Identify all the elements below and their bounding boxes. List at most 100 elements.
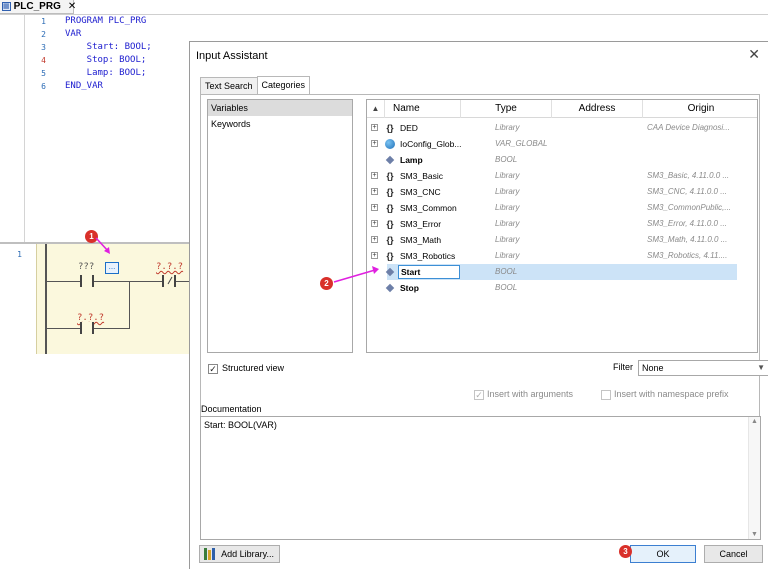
row-origin: SM3_Error, 4.11.0.0 ... [647,219,727,228]
insert-arguments-checkbox[interactable]: ✓ [474,390,484,400]
tree-header: ▲ Name Type Address Origin [367,100,757,118]
code-line[interactable]: END_VAR [65,81,103,91]
braces-icon: {} [386,219,394,229]
categories-panel: Variables Keywords ▲ Name Type Address O… [200,94,768,439]
tab-text-search[interactable]: Text Search [200,77,258,94]
column-name[interactable]: Name [385,100,461,118]
column-address[interactable]: Address [552,100,643,118]
row-name: SM3_Common [400,203,457,213]
row-type: BOOL [495,283,518,292]
row-origin: SM3_CNC, 4.11.0.0 ... [647,187,727,196]
filter-label: Filter [613,362,633,372]
row-name: IoConfig_Glob... [400,139,462,149]
contact-label[interactable]: ??? [78,262,94,272]
braces-icon: {} [386,171,394,181]
ok-button[interactable]: OK [630,545,696,563]
braces-icon: {} [386,203,394,213]
structured-view-checkbox[interactable]: ✓ [208,364,218,374]
line-number: 5 [41,69,46,78]
expand-icon[interactable]: + [371,124,378,131]
add-library-button[interactable]: Add Library... [199,545,280,563]
tree-row[interactable]: + {} SM3_Math Library SM3_Math, 4.11.0.0… [367,232,757,248]
scroll-up-icon[interactable]: ▲ [749,418,760,425]
tree-row[interactable]: + {} SM3_Robotics Library SM3_Robotics, … [367,248,757,264]
code-line[interactable]: Stop: BOOL; [65,55,147,65]
cancel-button[interactable]: Cancel [704,545,763,563]
row-type: Library [495,203,520,212]
row-name: SM3_Error [400,219,442,229]
tree-row[interactable]: + {} DED Library CAA Device Diagnosi... [367,120,757,136]
ladder-network[interactable]: ??? ... ?.?.? ?.?.? [36,244,191,354]
close-icon[interactable]: ✕ [748,46,760,63]
line-number: 1 [41,17,46,26]
variable-tree[interactable]: ▲ Name Type Address Origin + {} DED Libr… [366,99,758,353]
contact-nc[interactable] [162,275,176,287]
tree-row[interactable]: + IoConfig_Glob... VAR_GLOBAL [367,136,757,152]
tree-row[interactable]: Stop BOOL [367,280,757,296]
row-name: Stop [400,283,419,293]
braces-icon: {} [386,123,394,133]
expand-icon[interactable]: + [371,172,378,179]
category-list[interactable]: Variables Keywords [207,99,353,353]
sort-up-icon[interactable]: ▲ [367,100,385,118]
expand-icon[interactable]: + [371,236,378,243]
contact-no[interactable] [80,275,94,287]
row-type: Library [495,171,520,180]
contact-no[interactable] [80,322,94,334]
expand-icon[interactable]: + [371,220,378,227]
column-origin[interactable]: Origin [643,100,757,118]
scroll-down-icon[interactable]: ▼ [749,531,760,538]
tab-categories[interactable]: Categories [256,76,311,94]
code-line[interactable]: Lamp: BOOL; [65,68,147,78]
row-name[interactable]: Start [398,265,460,279]
row-type: VAR_GLOBAL [495,139,548,148]
expand-icon[interactable]: + [371,188,378,195]
structured-view-label: Structured view [222,363,285,373]
code-line[interactable]: VAR [65,29,81,39]
row-type: Library [495,219,520,228]
globe-icon [384,138,396,150]
tree-row-selected[interactable]: Start BOOL [367,264,757,280]
braces-icon: {} [386,235,394,245]
code-line[interactable]: Start: BOOL; [65,42,152,52]
tree-row[interactable]: + {} SM3_CNC Library SM3_CNC, 4.11.0.0 .… [367,184,757,200]
tree-row[interactable]: + {} SM3_Common Library SM3_CommonPublic… [367,200,757,216]
editor-tab[interactable]: ▦ PLC_PRG ✕ [0,0,76,14]
power-rail [45,244,47,354]
documentation-scrollbar[interactable]: ▲ ▼ [748,417,760,539]
row-name: SM3_CNC [400,187,441,197]
declaration-editor[interactable]: 1 PROGRAM PLC_PRG 2 VAR 3 Start: BOOL; 4… [26,15,190,243]
tree-row[interactable]: Lamp BOOL [367,152,757,168]
row-origin: SM3_Math, 4.11.0.0 ... [647,235,728,244]
line-number: 4 [41,56,46,65]
line-number: 2 [41,30,46,39]
braces-icon: {} [386,251,394,261]
category-variables[interactable]: Variables [208,100,352,116]
expand-icon[interactable]: + [371,204,378,211]
library-icon [204,548,216,560]
code-line[interactable]: PROGRAM PLC_PRG [65,16,146,26]
dialog-tabs: Text Search Categories [200,76,311,94]
variable-icon [384,266,396,278]
row-type: Library [495,251,520,260]
expand-icon[interactable]: + [371,140,378,147]
tree-row[interactable]: + {} SM3_Error Library SM3_Error, 4.11.0… [367,216,757,232]
filter-dropdown[interactable]: None ▼ [638,360,768,376]
annotation-arrow-2 [333,266,379,283]
column-type[interactable]: Type [461,100,552,118]
row-name: SM3_Robotics [400,251,456,261]
filter-value: None [642,363,664,373]
contact-label[interactable]: ?.?.? [156,262,183,272]
category-keywords[interactable]: Keywords [208,116,352,132]
tree-row[interactable]: + {} SM3_Basic Library SM3_Basic, 4.11.0… [367,168,757,184]
insert-namespace-checkbox[interactable] [601,390,611,400]
close-tab-icon[interactable]: ✕ [68,1,76,12]
expand-icon[interactable]: + [371,252,378,259]
row-type: Library [495,235,520,244]
row-type: Library [495,123,520,132]
documentation-box[interactable]: Start: BOOL(VAR) ▲ ▼ [200,416,761,540]
coil-name-box[interactable]: ... [105,262,119,274]
row-type: Library [495,187,520,196]
chevron-down-icon: ▼ [757,363,765,372]
ladder-editor[interactable]: 1 ??? ... ?.?.? ?.?.? [0,244,191,354]
